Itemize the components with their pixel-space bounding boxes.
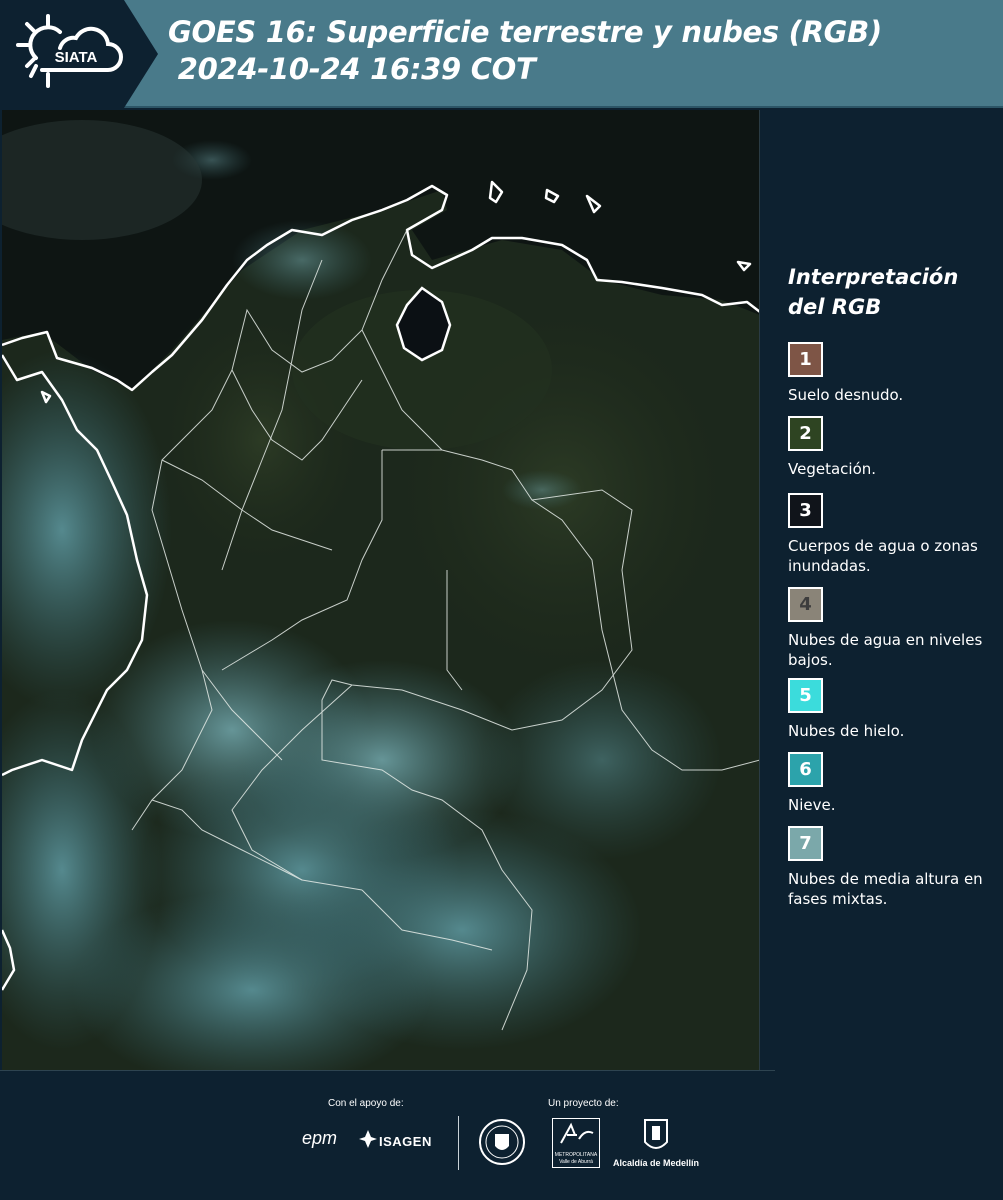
medellin-seal — [478, 1116, 526, 1173]
legend-swatch: 2 — [788, 416, 823, 451]
page-title: GOES 16: Superficie terrestre y nubes (R… — [168, 14, 882, 88]
isagen-logo: ISAGEN — [379, 1134, 432, 1149]
legend-swatch: 3 — [788, 493, 823, 528]
legend-swatch: 4 — [788, 587, 823, 622]
title-line-1: GOES 16: Superficie terrestre y nubes (R… — [168, 15, 882, 49]
legend-item: 4 Nubes de agua en niveles bajos. — [788, 587, 998, 670]
legend-swatch: 1 — [788, 342, 823, 377]
legend-label: Suelo desnudo. — [788, 386, 904, 404]
legend-title-line-1: Interpretación — [788, 265, 959, 289]
footer-divider — [458, 1116, 459, 1170]
legend-item: 2 Vegetación. — [788, 416, 998, 479]
legend-label: Nubes de hielo. — [788, 722, 905, 740]
legend-label: Nieve. — [788, 796, 836, 814]
legend-label: Nubes de media altura en fases mixtas. — [788, 870, 983, 908]
alcaldia-shield-icon — [643, 1118, 669, 1159]
legend-swatch: 6 — [788, 752, 823, 787]
legend-item: 7 Nubes de media altura en fases mixtas. — [788, 826, 998, 909]
alcaldia-label: Alcaldía de Medellín — [613, 1158, 700, 1168]
legend-item: 6 Nieve. — [788, 752, 998, 815]
area-metropolitana-logo: METROPOLITANA Valle de Aburrá — [552, 1118, 600, 1168]
metropolitana-line-2: Valle de Aburrá — [559, 1159, 593, 1165]
legend-swatch: 7 — [788, 826, 823, 861]
legend-label: Cuerpos de agua o zonas inundadas. — [788, 537, 978, 575]
metropolitana-line-1: METROPOLITANA — [554, 1152, 598, 1158]
legend-panel: Interpretación del RGB 1 Suelo desnudo. 2 V… — [762, 110, 1003, 1070]
legend-swatch: 5 — [788, 678, 823, 713]
siata-logo: SIATA — [0, 0, 158, 108]
header-bar: SIATA GOES 16: Superficie terrestre y nu… — [0, 0, 1003, 108]
support-label: Con el apoyo de: — [328, 1098, 404, 1109]
legend-item: 3 Cuerpos de agua o zonas inundadas. — [788, 493, 998, 576]
satellite-map[interactable] — [2, 110, 760, 1070]
isagen-icon — [359, 1130, 377, 1153]
legend-label: Vegetación. — [788, 460, 877, 478]
siata-logo-text: SIATA — [55, 49, 98, 66]
footer: Con el apoyo de: Un proyecto de: epm ISA… — [0, 1070, 1003, 1200]
legend-title: Interpretación del RGB — [788, 262, 958, 322]
title-line-2: 2024-10-24 16:39 COT — [168, 52, 536, 86]
footer-rule — [0, 1070, 775, 1071]
legend-item: 5 Nubes de hielo. — [788, 678, 998, 741]
legend-label: Nubes de agua en niveles bajos. — [788, 631, 983, 669]
legend-item: 1 Suelo desnudo. — [788, 342, 998, 405]
legend-title-line-2: del RGB — [788, 295, 882, 319]
project-label: Un proyecto de: — [548, 1098, 619, 1109]
epm-logo: epm — [302, 1128, 338, 1148]
